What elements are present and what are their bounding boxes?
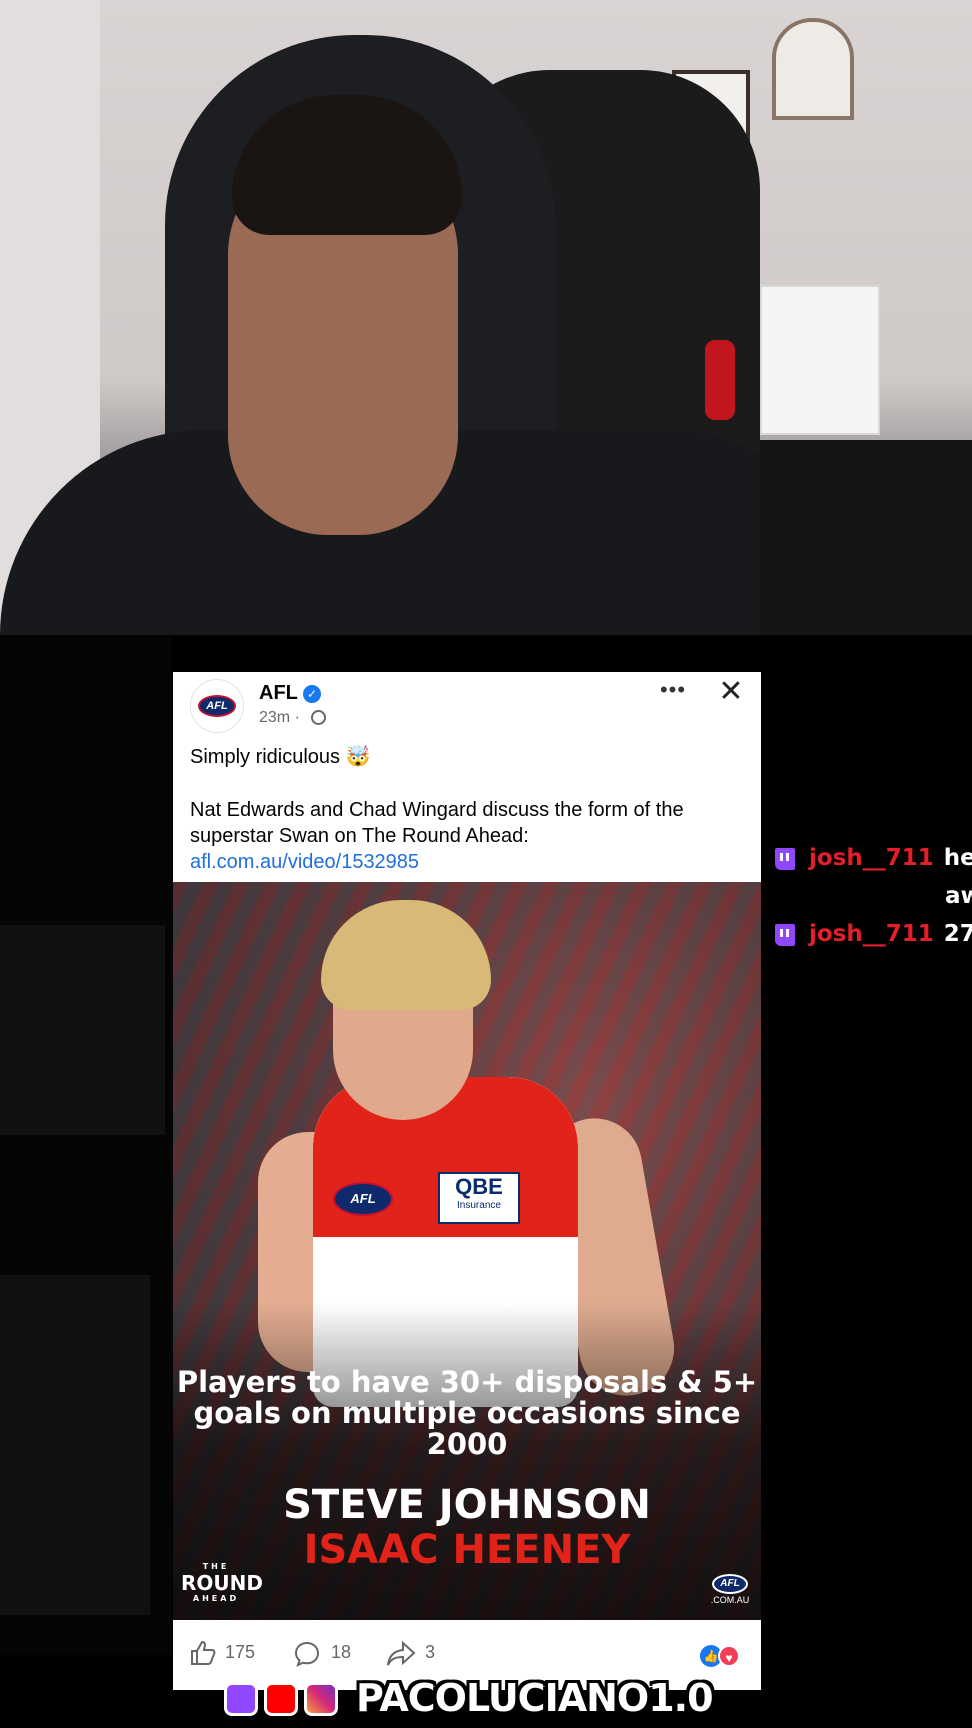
post-time[interactable]: 23m ·	[259, 709, 300, 727]
chat-message: josh__711 27	[775, 921, 972, 947]
post-image[interactable]: QBE Insurance AFL Players to have 30+ dis…	[173, 882, 761, 1620]
chat-text: he	[943, 845, 972, 871]
comment-icon[interactable]	[293, 1640, 321, 1668]
webcam-feed	[0, 0, 972, 635]
share-icon[interactable]	[386, 1640, 416, 1668]
sponsor-name: QBE	[455, 1174, 503, 1199]
player-name-1: STEVE JOHNSON	[283, 1482, 651, 1528]
caption-text: Nat Edwards and Chad Wingard discuss the…	[190, 799, 684, 847]
verified-badge-icon: ✓	[303, 685, 321, 703]
like-count[interactable]: 175	[225, 1642, 255, 1663]
background-page	[0, 635, 172, 1655]
video-link[interactable]: afl.com.au/video/1532985	[190, 851, 419, 873]
youtube-icon	[264, 1682, 298, 1716]
afl-logo: AFL	[198, 695, 236, 717]
afl-watermark: AFL .COM.AU	[707, 1574, 753, 1606]
chat-message-continued: aw	[945, 883, 972, 909]
globe-icon	[311, 710, 326, 725]
background-card	[0, 1275, 150, 1615]
twitch-badge-icon	[775, 847, 795, 870]
streamer-handle: PACOLUCIANO1.0	[356, 1676, 714, 1720]
share-count[interactable]: 3	[425, 1642, 435, 1663]
like-icon[interactable]	[190, 1640, 216, 1666]
room-background	[760, 440, 972, 635]
sponsor-logo: QBE Insurance	[438, 1172, 520, 1224]
background-image	[0, 925, 165, 1135]
afl-watermark-domain: .COM.AU	[710, 1595, 750, 1605]
post-caption-title: Simply ridiculous 🤯	[190, 746, 371, 768]
post-caption-body: Nat Edwards and Chad Wingard discuss the…	[190, 797, 750, 875]
show-logo-bottom: AHEAD	[192, 1594, 240, 1603]
post-header: AFL AFL ✓ 23m · ••• ✕	[173, 672, 761, 752]
more-options-button[interactable]: •••	[655, 678, 691, 708]
chat-username: josh__711	[809, 845, 934, 871]
chat-message: josh__711 he	[775, 845, 972, 871]
show-logo-main: ROUND	[181, 1571, 263, 1595]
shelf	[760, 285, 880, 435]
wall-picture-arch	[772, 18, 854, 120]
afl-chest-logo: AFL	[333, 1182, 393, 1216]
chat-text: 27	[943, 921, 972, 947]
the-round-ahead-logo: THE ROUND AHEAD	[181, 1562, 263, 1604]
love-reaction-icon[interactable]: ♥	[718, 1645, 740, 1667]
afl-watermark-logo: AFL	[712, 1574, 748, 1594]
instagram-icon	[304, 1682, 338, 1716]
page-name[interactable]: AFL	[259, 682, 298, 705]
player-name-2: ISAAC HEENEY	[303, 1527, 631, 1573]
close-button[interactable]: ✕	[713, 674, 749, 710]
facebook-post: AFL AFL ✓ 23m · ••• ✕ Simply ridiculous …	[173, 672, 761, 1690]
image-headline: Players to have 30+ disposals & 5+ goals…	[176, 1365, 758, 1461]
chat-text: aw	[945, 883, 972, 909]
chat-username: josh__711	[809, 921, 934, 947]
comment-count[interactable]: 18	[331, 1642, 351, 1663]
gaming-chair-accent	[705, 340, 735, 420]
sponsor-sub: Insurance	[457, 1200, 501, 1211]
page-avatar[interactable]: AFL	[190, 679, 244, 733]
twitch-icon	[224, 1682, 258, 1716]
twitch-badge-icon	[775, 923, 795, 946]
